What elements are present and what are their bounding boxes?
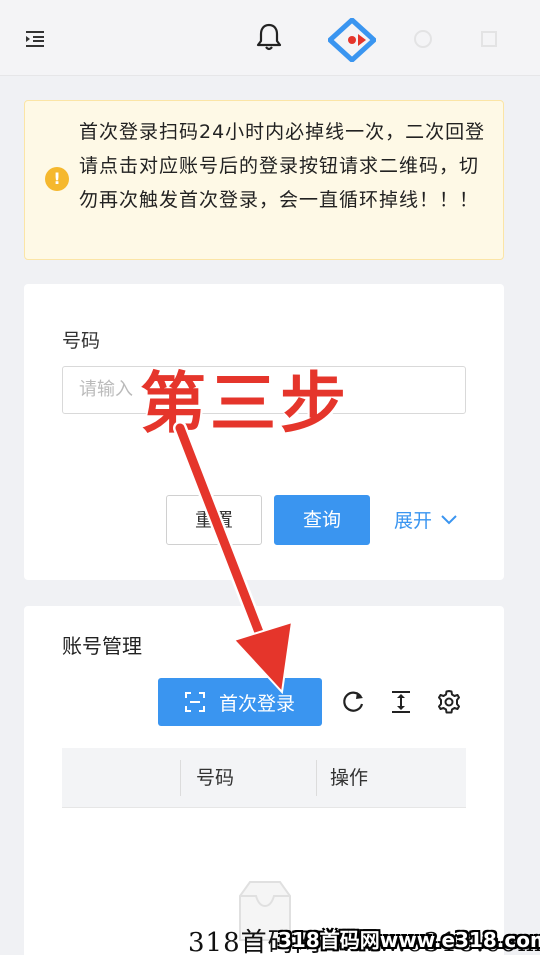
ghost-icon [414,30,432,48]
column-height-icon[interactable] [388,689,414,715]
table-header: 号码 操作 [62,748,466,808]
alert-message: 首次登录扫码24小时内必掉线一次，二次回登请点击对应账号后的登录按钮请求二维码，… [79,121,486,211]
ghost-icon [481,31,497,47]
first-login-button[interactable]: 首次登录 [158,678,322,726]
refresh-icon[interactable] [340,689,366,715]
step-annotation: 第三步 [140,365,350,442]
column-divider [316,760,317,796]
diamond-logo-icon [328,18,376,62]
top-bar [0,0,540,76]
expand-link[interactable]: 展开 [394,506,458,533]
column-header-phone[interactable]: 号码 [196,748,234,808]
menu-fold-icon[interactable] [24,28,46,50]
bell-icon[interactable] [255,22,283,52]
section-title: 账号管理 [62,634,142,658]
exclamation-icon: ! [45,167,69,191]
phone-number-label: 号码 [62,330,101,352]
settings-icon[interactable] [436,689,462,715]
warning-alert: ! 首次登录扫码24小时内必掉线一次，二次回登请点击对应账号后的登录按钮请求二维… [24,100,504,260]
scan-icon [184,692,205,712]
column-divider [180,760,181,796]
account-management-card: 账号管理 首次登录 号码 操作 [24,606,504,955]
watermark-bold: 318首码网www.e318.com [278,928,540,952]
first-login-label: 首次登录 [218,692,295,715]
column-header-action[interactable]: 操作 [330,748,368,808]
expand-label: 展开 [394,510,433,532]
query-button[interactable]: 查询 [274,495,370,545]
reset-button[interactable]: 重置 [166,495,262,545]
chevron-down-icon [441,514,457,524]
